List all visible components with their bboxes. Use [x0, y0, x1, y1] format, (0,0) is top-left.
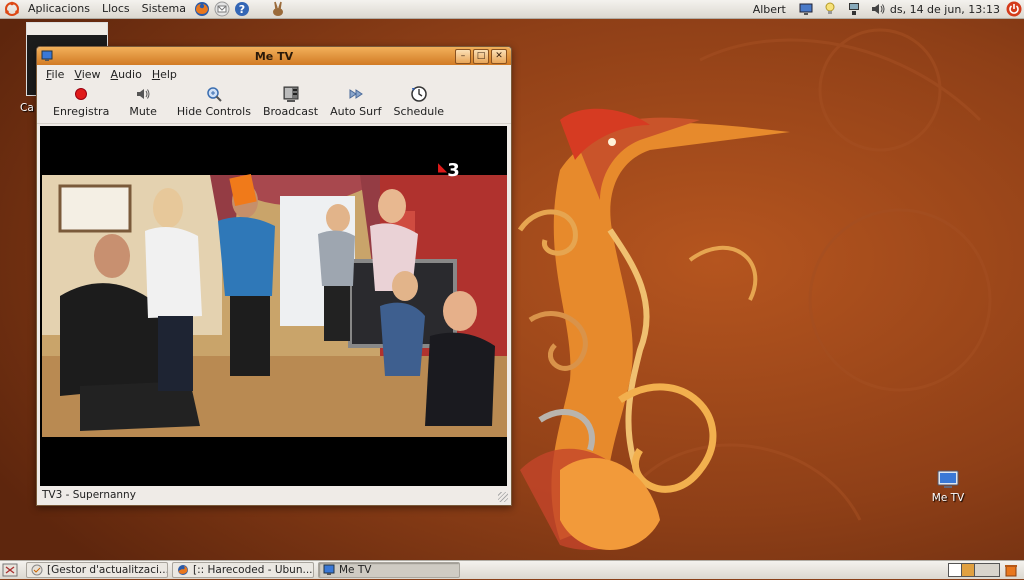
menu-bar: File View Audio Help [37, 65, 511, 83]
channel-logo-text: 3 [447, 160, 460, 181]
schedule-label: Schedule [393, 105, 445, 118]
status-bar: TV3 - Supernanny [42, 489, 136, 501]
hide-controls-button[interactable]: Hide Controls [171, 83, 257, 118]
menu-llocs[interactable]: Llocs [96, 0, 136, 18]
menu-sistema[interactable]: Sistema [136, 0, 192, 18]
menu-audio[interactable]: Audio [106, 68, 147, 81]
desktop-icon-label: Me TV [931, 492, 965, 504]
bottom-panel: [Gestor d'actualitzaci... [:: Harecoded … [0, 560, 1024, 579]
update-manager-icon [31, 564, 43, 576]
hide-controls-label: Hide Controls [176, 105, 251, 118]
me-tv-window: Me TV – □ ✕ File View Audio Help Enregis… [36, 46, 512, 506]
taskbar-label: Me TV [339, 564, 372, 576]
auto-surf-button[interactable]: Auto Surf [324, 83, 387, 118]
close-button[interactable]: ✕ [491, 48, 507, 64]
broadcast-button[interactable]: Broadcast [257, 83, 324, 118]
display-icon[interactable] [798, 1, 814, 17]
taskbar-item-firefox[interactable]: [:: Harecoded - Ubun... [172, 562, 314, 578]
channel-logo-mark-icon: ◣ [438, 160, 448, 174]
notification-bulb-icon[interactable] [822, 1, 838, 17]
resize-grip-icon[interactable] [498, 492, 508, 502]
volume-icon[interactable] [870, 1, 886, 17]
top-panel-tray: Albert ds, 14 de jun, 13:13 [747, 0, 1024, 18]
ubuntu-logo-icon[interactable] [4, 1, 20, 17]
workspace-switcher[interactable] [948, 563, 1000, 577]
network-icon[interactable] [846, 1, 862, 17]
menu-view[interactable]: View [69, 68, 105, 81]
record-label: Enregistra [53, 105, 110, 118]
firefox-icon [177, 564, 189, 576]
taskbar-label: [Gestor d'actualitzaci... [47, 564, 168, 576]
clock-icon [411, 86, 427, 102]
taskbar-label: [:: Harecoded - Ubun... [193, 564, 313, 576]
help-icon[interactable]: ? [234, 1, 250, 17]
svg-text:?: ? [239, 3, 245, 16]
video-frame [40, 126, 507, 486]
top-panel: Aplicacions Llocs Sistema ? Albert ds, 1… [0, 0, 1024, 19]
user-name[interactable]: Albert [753, 3, 786, 16]
mail-launcher-icon[interactable] [214, 1, 230, 17]
auto-surf-label: Auto Surf [330, 105, 382, 118]
hare-launcher-icon[interactable] [270, 1, 286, 17]
speaker-icon [137, 89, 150, 99]
tv-icon [323, 564, 335, 576]
mute-label: Mute [129, 105, 157, 118]
record-button[interactable]: Enregistra [41, 83, 119, 118]
video-display[interactable]: ◣3 [40, 126, 507, 486]
channel-logo: ◣3 [438, 160, 460, 181]
power-icon[interactable] [1006, 1, 1022, 17]
zoom-icon [207, 87, 222, 102]
window-title: Me TV [254, 49, 294, 63]
window-titlebar[interactable]: Me TV – □ ✕ [37, 47, 511, 65]
schedule-button[interactable]: Schedule [387, 83, 450, 118]
desktop-icon-me-tv[interactable]: Me TV [926, 468, 970, 504]
toolbar: Enregistra Mute Hide Controls Broadcast … [37, 83, 511, 124]
show-desktop-icon[interactable] [2, 563, 18, 577]
taskbar-item-me-tv[interactable]: Me TV [318, 562, 460, 578]
minimize-button[interactable]: – [455, 48, 471, 64]
workspace-1[interactable] [948, 563, 962, 577]
workspace-2[interactable] [962, 563, 975, 577]
mute-button[interactable]: Mute [119, 83, 171, 118]
menu-file[interactable]: File [41, 68, 69, 81]
broadcast-icon [283, 86, 299, 102]
maximize-button[interactable]: □ [473, 48, 489, 64]
workspace-3[interactable] [975, 563, 1000, 577]
menu-aplicacions[interactable]: Aplicacions [22, 0, 96, 18]
fast-forward-icon [349, 89, 363, 99]
firefox-launcher-icon[interactable] [194, 1, 210, 17]
trash-icon[interactable] [1004, 563, 1018, 577]
taskbar-item-update-manager[interactable]: [Gestor d'actualitzaci... [26, 562, 168, 578]
menu-help[interactable]: Help [147, 68, 182, 81]
tv-monitor-icon [937, 470, 959, 488]
broadcast-label: Broadcast [262, 105, 319, 118]
clock[interactable]: ds, 14 de jun, 13:13 [890, 3, 1000, 16]
record-icon [75, 88, 88, 100]
